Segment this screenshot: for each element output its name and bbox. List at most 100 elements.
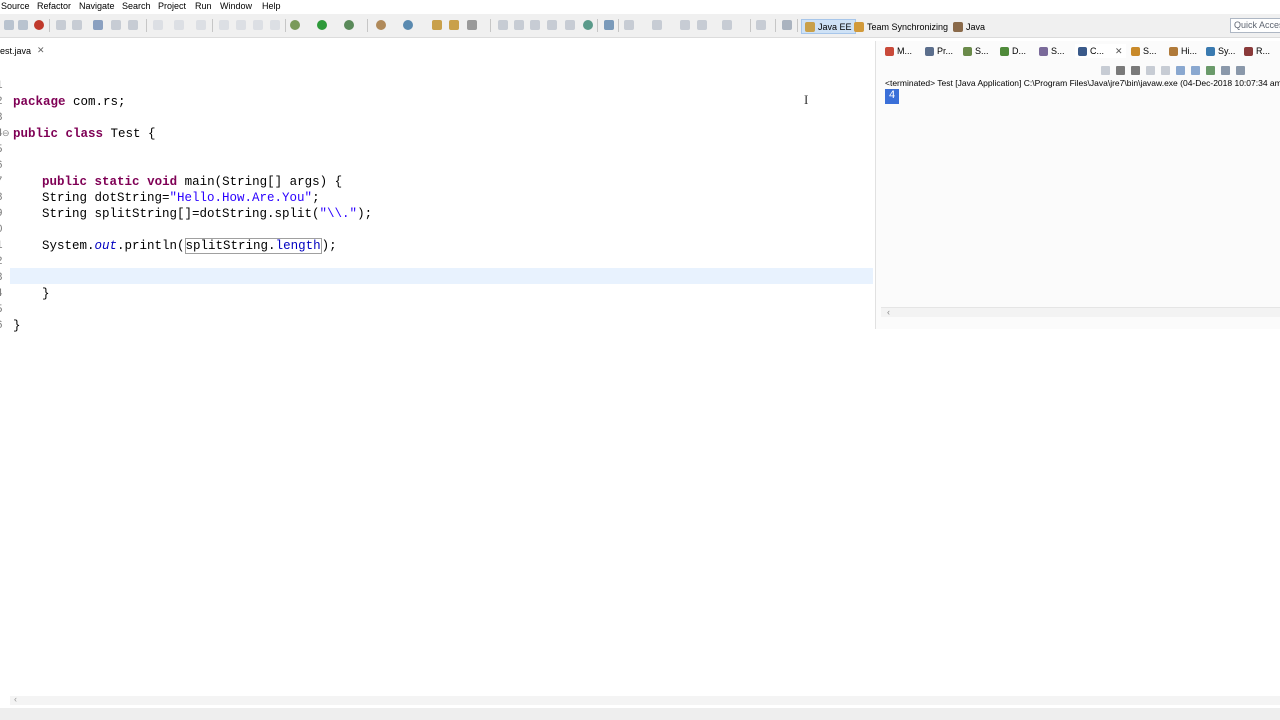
code-line: 9 — [0, 190, 873, 220]
console-toolbar — [1101, 63, 1245, 77]
code-editor[interactable]: 1 package com.rs; 2 3 public class Test … — [0, 60, 873, 702]
tab-label: S... — [1143, 46, 1157, 56]
code-line: 0 System.out.println(splitString.length)… — [0, 206, 873, 254]
editor-tab-bar: est.java ✕ — [0, 42, 870, 59]
open-perspective-icon[interactable] — [782, 20, 792, 30]
toggle-comment-icon[interactable] — [128, 20, 138, 30]
code-line: 4 — [0, 110, 873, 140]
open-type-icon[interactable] — [432, 20, 442, 30]
search-tool-icon[interactable] — [467, 20, 477, 30]
tab-console[interactable]: C... ✕ — [1075, 44, 1126, 58]
close-icon[interactable]: ✕ — [1115, 46, 1123, 57]
console-output[interactable]: 4 — [885, 89, 899, 104]
save-all-icon[interactable] — [4, 20, 14, 30]
suspend-icon[interactable] — [236, 20, 246, 30]
tab-history[interactable]: Hi... — [1169, 44, 1197, 58]
pointer-icon[interactable] — [93, 20, 103, 30]
menu-help[interactable]: Help — [262, 1, 281, 11]
clear-console-icon[interactable] — [1146, 65, 1155, 75]
display-selected-console-icon[interactable] — [1221, 65, 1230, 75]
code-line: 6 — [0, 302, 873, 332]
menu-project[interactable]: Project — [158, 1, 186, 11]
toolbar-separator — [750, 19, 751, 32]
menu-source[interactable]: Source — [1, 1, 30, 11]
run-icon[interactable] — [317, 20, 327, 30]
annotation-down-icon[interactable] — [624, 20, 634, 30]
perspective-label: Java EE — [818, 21, 852, 32]
toolbar-separator — [367, 19, 368, 32]
close-icon[interactable]: ✕ — [37, 45, 45, 56]
quick-access-input[interactable]: Quick Access — [1230, 18, 1280, 33]
open-console-icon[interactable] — [1206, 65, 1215, 75]
sync-icon[interactable] — [604, 20, 614, 30]
terminate-icon[interactable] — [1101, 65, 1110, 75]
editor-horizontal-scrollbar[interactable]: ‹ — [10, 694, 1280, 705]
menu-search[interactable]: Search — [122, 1, 151, 11]
pin-editor-icon[interactable] — [547, 20, 557, 30]
show-on-output-icon[interactable] — [1176, 65, 1185, 75]
view-menu-icon[interactable] — [1236, 65, 1245, 75]
debug-run-icon[interactable] — [290, 20, 300, 30]
print-icon[interactable] — [18, 20, 28, 30]
coverage-icon[interactable] — [344, 20, 354, 30]
perspective-label: Java — [966, 21, 986, 32]
undo-icon[interactable] — [56, 20, 66, 30]
console-horizontal-scrollbar[interactable]: ‹ — [881, 307, 1280, 317]
toolbar-overflow-icon[interactable] — [756, 20, 766, 30]
disconnect-icon[interactable] — [270, 20, 280, 30]
tab-results[interactable]: R... — [1244, 44, 1270, 58]
menu-navigate[interactable]: Navigate — [79, 1, 115, 11]
last-edit-icon[interactable] — [530, 20, 540, 30]
scroll-left-icon[interactable]: ‹ — [887, 307, 890, 317]
forward-icon[interactable] — [174, 20, 184, 30]
remove-launch-icon[interactable] — [1116, 65, 1125, 75]
show-whitespace-icon[interactable] — [565, 20, 575, 30]
tab-servers[interactable]: S... — [963, 44, 989, 58]
main-toolbar: Java EE Team Synchronizing Java Quick Ac… — [0, 14, 1280, 38]
debug-icon[interactable] — [34, 20, 44, 30]
perspective-team-synchronizing[interactable]: Team Synchronizing — [851, 19, 951, 34]
tab-search[interactable]: S... — [1131, 44, 1157, 58]
tab-label: Pr... — [937, 46, 954, 56]
editor-tab[interactable]: est.java ✕ — [0, 42, 46, 59]
prev-annotation-icon[interactable] — [514, 20, 524, 30]
menu-refactor[interactable]: Refactor — [37, 1, 71, 11]
data-source-view-icon — [1000, 46, 1009, 56]
nav-back-icon[interactable] — [680, 20, 690, 30]
nav-forward-icon[interactable] — [722, 20, 732, 30]
refresh-icon[interactable] — [196, 20, 206, 30]
java-perspective-icon — [953, 21, 963, 32]
code-line: 3 } — [0, 254, 873, 301]
snippets-view-icon — [1039, 46, 1048, 56]
tab-snippets[interactable]: S... — [1039, 44, 1065, 58]
annotation-up-icon[interactable] — [652, 20, 662, 30]
pin-console-icon[interactable] — [1191, 65, 1200, 75]
tab-markers[interactable]: M... — [885, 44, 912, 58]
tab-synchronize[interactable]: Sy... — [1206, 44, 1235, 58]
format-icon[interactable] — [111, 20, 121, 30]
web-browser-icon[interactable] — [583, 20, 593, 30]
fold-icon[interactable]: ⊖ — [2, 126, 10, 142]
remove-all-terminated-icon[interactable] — [1131, 65, 1140, 75]
resume-icon[interactable] — [219, 20, 229, 30]
tab-data-source[interactable]: D... — [1000, 44, 1026, 58]
tab-properties[interactable]: Pr... — [925, 44, 953, 58]
new-class-icon[interactable] — [403, 20, 413, 30]
redo-icon[interactable] — [72, 20, 82, 30]
menu-window[interactable]: Window — [220, 1, 252, 11]
open-folder-icon[interactable] — [449, 20, 459, 30]
console-panel: M... Pr... S... D... S... C... ✕ S... Hi… — [875, 41, 1280, 329]
perspective-java-ee[interactable]: Java EE — [801, 19, 856, 34]
scroll-left-icon[interactable]: ‹ — [14, 694, 17, 704]
code-line: 1 — [0, 222, 873, 252]
new-java-project-icon[interactable] — [376, 20, 386, 30]
tab-label: Sy... — [1218, 46, 1236, 56]
perspective-java[interactable]: Java — [950, 19, 988, 34]
terminate-icon[interactable] — [253, 20, 263, 30]
scroll-lock-icon[interactable] — [1161, 65, 1170, 75]
menu-run[interactable]: Run — [195, 1, 212, 11]
back-icon[interactable] — [153, 20, 163, 30]
code-line: 1 package com.rs; — [0, 62, 873, 109]
nav-back-dropdown-icon[interactable] — [697, 20, 707, 30]
next-annotation-icon[interactable] — [498, 20, 508, 30]
